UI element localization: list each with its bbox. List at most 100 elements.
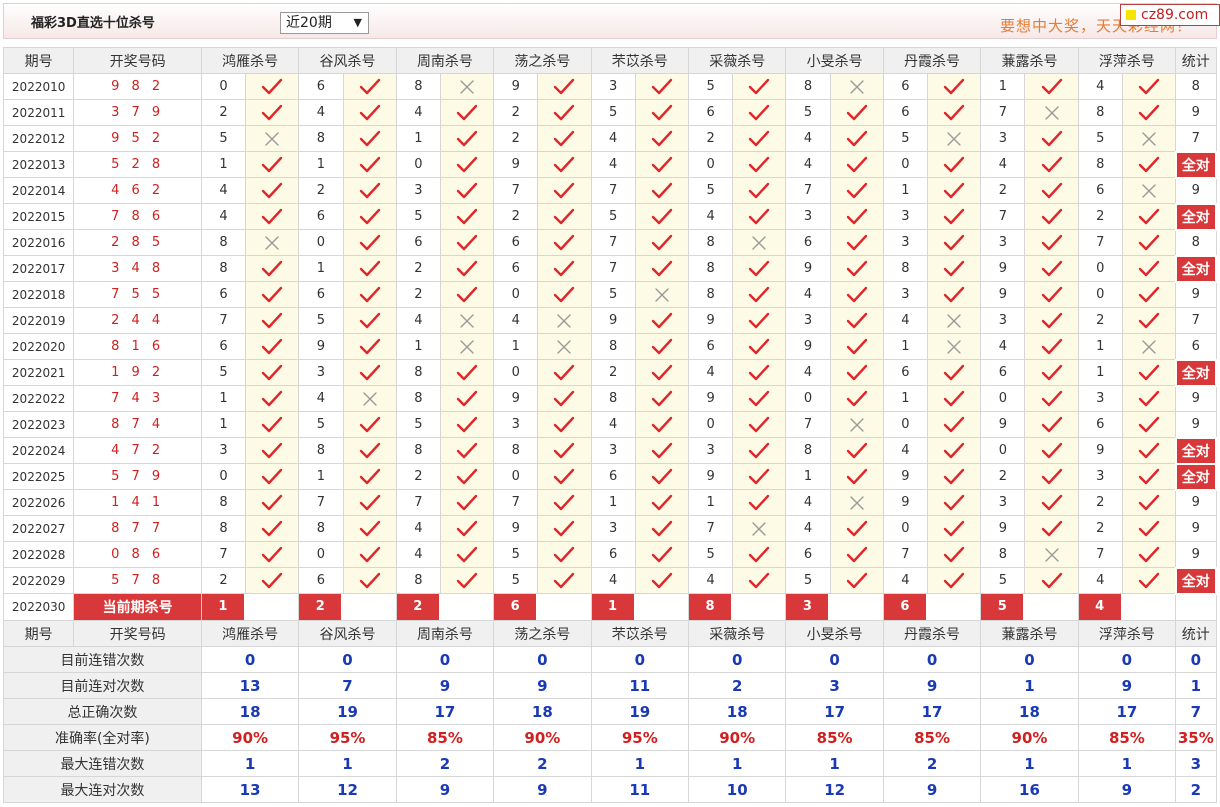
all-correct-badge: 全对 (1174, 202, 1218, 231)
summary-value: 2 (395, 750, 495, 777)
kill-number-cell: 3 (980, 229, 1026, 256)
header-expert[interactable]: 小旻杀号 (785, 620, 884, 647)
check-icon (749, 182, 770, 198)
kill-number-cell: 1 (687, 489, 734, 516)
issue-cell: 2022020 (2, 333, 75, 360)
check-icon (1041, 520, 1062, 536)
result-cell (537, 541, 592, 568)
header-expert[interactable]: 鸿雁杀号 (200, 47, 300, 74)
kill-number-cell: 6 (200, 281, 247, 308)
check-icon (261, 156, 283, 172)
result-cell (439, 489, 495, 516)
header-expert[interactable]: 荡之杀号 (493, 620, 592, 647)
header-expert[interactable]: 蒹露杀号 (980, 47, 1079, 74)
check-icon (1138, 104, 1160, 120)
header-expert[interactable]: 荡之杀号 (493, 47, 592, 74)
header-expert[interactable]: 芣苡杀号 (590, 620, 690, 647)
check-icon (1138, 416, 1160, 432)
check-icon (749, 260, 770, 276)
summary-value: 0 (1077, 646, 1177, 673)
header-expert[interactable]: 鸿雁杀号 (200, 620, 300, 647)
result-cell (829, 229, 884, 256)
kill-number-cell: 9 (785, 255, 831, 282)
issue-cell: 2022027 (2, 515, 75, 542)
kill-number-cell: 9 (980, 255, 1026, 282)
check-icon (359, 156, 380, 172)
current-kill-number: 6 (884, 594, 926, 620)
result-cell (1121, 567, 1177, 594)
header-expert[interactable]: 丹霞杀号 (882, 620, 982, 647)
cross-icon (655, 287, 669, 302)
ad-badge[interactable]: cz89.com (1120, 4, 1220, 26)
check-icon (359, 234, 380, 250)
kill-number-cell: 1 (395, 125, 441, 152)
kill-number-cell: 0 (687, 411, 734, 438)
check-icon (943, 156, 965, 172)
header-expert[interactable]: 蒹露杀号 (980, 620, 1079, 647)
period-select[interactable]: 近20期 ▼ (280, 12, 369, 34)
kill-number-cell: 0 (980, 437, 1026, 464)
kill-number-cell: 9 (687, 385, 734, 412)
header-expert[interactable]: 浮萍杀号 (1077, 47, 1177, 74)
check-icon (1138, 286, 1160, 302)
result-cell (537, 333, 592, 360)
summary-label: 目前连错次数 (3, 646, 202, 673)
kill-number-cell: 2 (980, 463, 1026, 490)
header-expert[interactable]: 小旻杀号 (785, 47, 884, 74)
header-expert[interactable]: 采薇杀号 (687, 620, 787, 647)
summary-value: 95% (590, 724, 690, 751)
header-expert[interactable]: 采薇杀号 (687, 47, 787, 74)
result-cell (342, 99, 397, 126)
kill-number-cell: 3 (980, 307, 1026, 334)
check-icon (749, 572, 770, 588)
check-icon (943, 442, 965, 458)
header-expert[interactable]: 浮萍杀号 (1077, 620, 1177, 647)
header-expert[interactable]: 谷风杀号 (298, 47, 397, 74)
check-icon (943, 78, 965, 94)
check-icon (1041, 572, 1062, 588)
result-cell (732, 229, 787, 256)
result-cell (829, 177, 884, 204)
check-icon (554, 234, 575, 250)
result-cell (927, 151, 982, 178)
summary-value: 19 (298, 698, 397, 725)
result-cell (829, 203, 884, 230)
kill-number-cell: 5 (590, 203, 636, 230)
check-icon (749, 546, 770, 562)
header-expert[interactable]: 谷风杀号 (298, 620, 397, 647)
result-cell (732, 333, 787, 360)
result-cell (732, 177, 787, 204)
kill-number-cell: 7 (590, 255, 636, 282)
check-icon (1138, 572, 1159, 588)
result-cell (245, 307, 300, 334)
check-icon (261, 390, 283, 406)
kill-number-cell: 4 (687, 567, 734, 594)
result-cell (245, 567, 300, 594)
draw-number-cell: 7 5 5 (73, 281, 202, 308)
header-expert[interactable]: 丹霞杀号 (882, 47, 982, 74)
check-icon (846, 208, 867, 224)
kill-number-cell: 2 (298, 177, 344, 204)
current-kill-label: 当前期杀号 (73, 593, 202, 621)
kill-number-cell: 0 (493, 359, 539, 386)
cross-icon (265, 235, 279, 250)
header-expert[interactable]: 周南杀号 (395, 620, 495, 647)
table-row: 2022027 8 7 788493740929 (2, 515, 1217, 542)
check-icon (749, 104, 770, 120)
result-cell (829, 567, 884, 594)
draw-number-cell: 0 8 6 (73, 541, 202, 568)
all-correct-badge: 全对 (1174, 150, 1218, 179)
summary-value: 0 (785, 646, 884, 673)
kill-number-cell: 5 (785, 99, 831, 126)
kill-number-cell: 1 (298, 151, 344, 178)
result-cell (732, 281, 787, 308)
issue-cell: 2022011 (2, 99, 75, 126)
check-icon (456, 104, 478, 120)
kill-number-cell: 8 (395, 73, 441, 100)
summary-value: 1 (590, 750, 690, 777)
result-cell (732, 255, 787, 282)
header-expert[interactable]: 芣苡杀号 (590, 47, 690, 74)
draw-number-cell: 2 8 5 (73, 229, 202, 256)
header-expert[interactable]: 周南杀号 (395, 47, 495, 74)
check-icon (943, 546, 965, 562)
